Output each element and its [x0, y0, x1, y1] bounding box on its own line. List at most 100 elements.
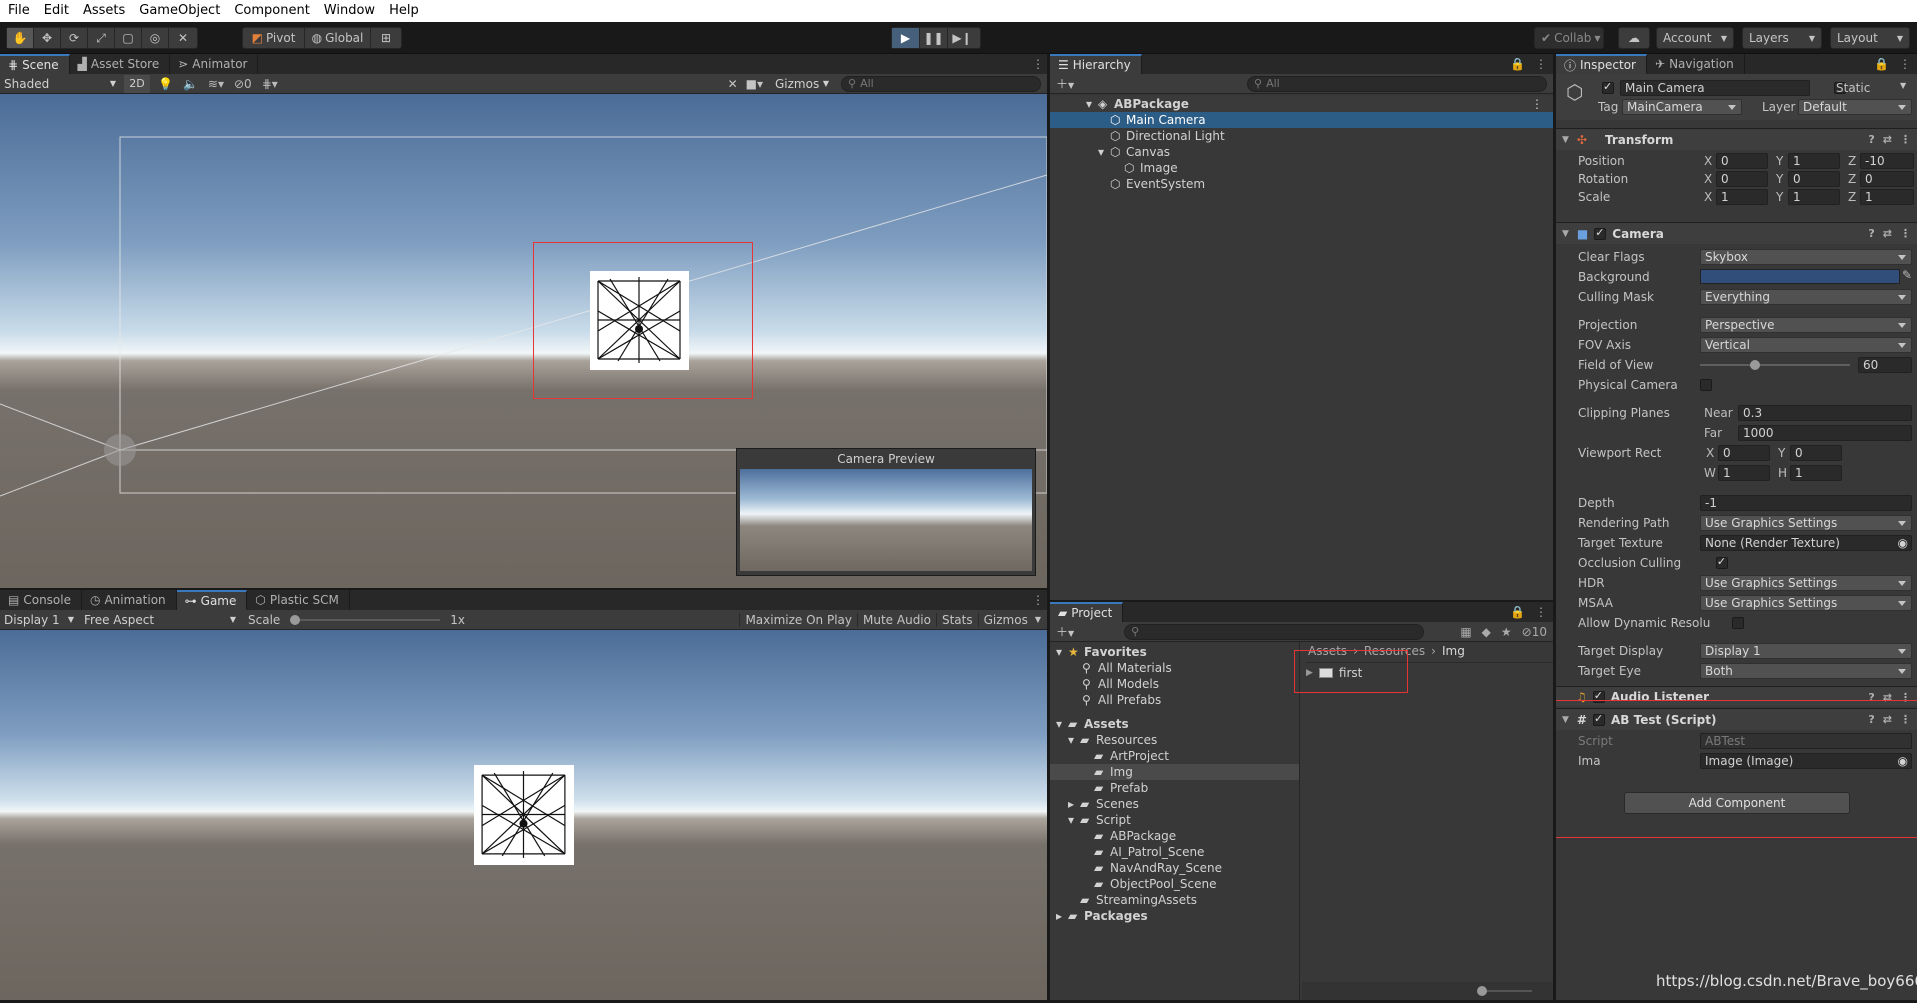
- expand-arrow-icon[interactable]: ▸: [1068, 796, 1074, 812]
- folder-item[interactable]: ▰ ABPackage: [1050, 828, 1299, 844]
- background-color-swatch[interactable]: [1700, 269, 1900, 284]
- expand-arrow-icon[interactable]: ▾: [1086, 96, 1092, 112]
- component-enabled-checkbox[interactable]: [1594, 226, 1607, 240]
- chevron-down-icon[interactable]: ▼: [1033, 615, 1047, 624]
- culling-mask-dropdown[interactable]: Everything: [1700, 289, 1912, 305]
- tab-navigation[interactable]: ✈ Navigation: [1647, 54, 1745, 74]
- kebab-menu-icon[interactable]: ⋮: [1535, 57, 1547, 71]
- scale-z-input[interactable]: 1: [1860, 189, 1914, 205]
- add-dropdown[interactable]: ＋▼: [1056, 75, 1074, 92]
- viewport-h-input[interactable]: 1: [1790, 465, 1842, 481]
- expand-arrow-icon[interactable]: ▼: [1562, 135, 1569, 145]
- collab-dropdown[interactable]: ✔ Collab ▼: [1534, 27, 1604, 49]
- kebab-menu-icon[interactable]: ⋮: [1900, 133, 1911, 146]
- favorite-item[interactable]: ⚲ All Materials: [1050, 660, 1299, 676]
- msaa-dropdown[interactable]: Use Graphics Settings: [1700, 595, 1912, 611]
- hidden-packages-toggle[interactable]: ⊘10: [1522, 625, 1547, 639]
- menu-edit[interactable]: Edit: [36, 0, 75, 22]
- tab-asset-store[interactable]: ▟ Asset Store: [70, 54, 171, 74]
- hand-tool-icon[interactable]: ✋: [7, 28, 34, 48]
- object-name-input[interactable]: Main Camera: [1620, 80, 1810, 96]
- kebab-menu-icon[interactable]: ⋮: [1029, 590, 1047, 610]
- zoom-slider-thumb[interactable]: [1477, 986, 1487, 996]
- object-picker-icon[interactable]: ◉: [1898, 536, 1908, 550]
- folder-item[interactable]: ▰ ObjectPool_Scene: [1050, 876, 1299, 892]
- eyedropper-icon[interactable]: ✎: [1902, 268, 1912, 282]
- gizmos-dropdown[interactable]: Gizmos ▼: [771, 75, 833, 93]
- layers-dropdown[interactable]: Layers ▼: [1742, 27, 1822, 49]
- viewport-w-input[interactable]: 1: [1718, 465, 1770, 481]
- kebab-menu-icon[interactable]: ⋮: [1900, 227, 1911, 240]
- favorite-item[interactable]: ⚲ All Prefabs: [1050, 692, 1299, 708]
- chevron-down-icon[interactable]: ▼: [1900, 81, 1906, 90]
- packages-root[interactable]: ▸ ▰ Packages: [1050, 908, 1299, 924]
- scale-slider[interactable]: [290, 614, 441, 626]
- transform-header[interactable]: ▼ ✣ Transform ? ⇄ ⋮: [1556, 128, 1917, 150]
- menu-assets[interactable]: Assets: [75, 0, 131, 22]
- lighting-icon[interactable]: 💡: [158, 77, 173, 91]
- audio-icon[interactable]: 🔈: [183, 77, 198, 91]
- image-sprite[interactable]: [590, 271, 689, 370]
- active-checkbox[interactable]: [1602, 80, 1614, 94]
- menu-gameobject[interactable]: GameObject: [131, 0, 226, 22]
- clear-flags-dropdown[interactable]: Skybox: [1700, 249, 1912, 265]
- tab-game[interactable]: ⊶ Game: [176, 590, 248, 610]
- zoom-slider[interactable]: [1482, 990, 1532, 992]
- depth-input[interactable]: -1: [1700, 495, 1912, 511]
- pivot-button[interactable]: ◩ Pivot: [243, 28, 305, 48]
- occlusion-culling-checkbox[interactable]: [1715, 555, 1728, 569]
- scale-x-input[interactable]: 1: [1716, 189, 1768, 205]
- near-input[interactable]: 0.3: [1738, 405, 1912, 421]
- tab-scene[interactable]: ⋕ Scene: [0, 54, 70, 74]
- expand-arrow-icon[interactable]: ▾: [1056, 644, 1062, 660]
- far-input[interactable]: 1000: [1738, 425, 1912, 441]
- account-dropdown[interactable]: Account ▼: [1656, 27, 1734, 49]
- menu-help[interactable]: Help: [381, 0, 425, 22]
- scale-tool-icon[interactable]: ⤢: [88, 28, 115, 48]
- hierarchy-item-canvas[interactable]: ▾ ⬡ Canvas: [1050, 144, 1553, 160]
- rendering-path-dropdown[interactable]: Use Graphics Settings: [1700, 515, 1912, 531]
- folder-item[interactable]: ▰ AI_Patrol_Scene: [1050, 844, 1299, 860]
- filter-type-icon[interactable]: ▦: [1460, 625, 1471, 639]
- viewport-y-input[interactable]: 0: [1790, 445, 1842, 461]
- folder-item[interactable]: ▸ ▰ Scenes: [1050, 796, 1299, 812]
- target-texture-field[interactable]: None (Render Texture) ◉: [1700, 535, 1912, 551]
- stats-toggle[interactable]: Stats: [935, 612, 978, 627]
- lock-icon[interactable]: 🔒: [1510, 57, 1525, 71]
- kebab-menu-icon[interactable]: ⋮: [1029, 54, 1047, 74]
- visibility-toggle[interactable]: ⊘0: [234, 77, 252, 91]
- cloud-button[interactable]: ☁: [1618, 27, 1650, 49]
- lock-icon[interactable]: 🔒: [1874, 57, 1889, 71]
- menu-window[interactable]: Window: [316, 0, 381, 22]
- position-x-input[interactable]: 0: [1716, 153, 1768, 169]
- preset-icon[interactable]: ⇄: [1883, 227, 1892, 240]
- global-button[interactable]: ◍ Global: [305, 28, 371, 48]
- pause-button[interactable]: ❚❚: [920, 28, 948, 48]
- camera-header[interactable]: ▼ ■ Camera ? ⇄ ⋮: [1556, 222, 1917, 244]
- expand-arrow-icon[interactable]: ▾: [1098, 144, 1104, 160]
- menu-component[interactable]: Component: [226, 0, 315, 22]
- breadcrumb-item[interactable]: Img: [1442, 644, 1465, 658]
- expand-arrow-icon[interactable]: ▸: [1056, 908, 1062, 924]
- folder-item[interactable]: ▰ StreamingAssets: [1050, 892, 1299, 908]
- help-icon[interactable]: ?: [1868, 133, 1874, 146]
- scene-search-input[interactable]: ⚲ All: [841, 75, 1041, 92]
- folder-item-selected[interactable]: ▰ Img: [1050, 764, 1299, 780]
- hierarchy-item-directional-light[interactable]: ⬡ Directional Light: [1050, 128, 1553, 144]
- grid-snap-icon[interactable]: ⊞: [371, 28, 401, 48]
- favorites-header[interactable]: ▾ ★ Favorites: [1050, 644, 1299, 660]
- folder-item[interactable]: ▰ NavAndRay_Scene: [1050, 860, 1299, 876]
- hierarchy-item-main-camera[interactable]: ⬡ Main Camera: [1050, 112, 1553, 128]
- folder-item[interactable]: ▾ ▰ Script: [1050, 812, 1299, 828]
- kebab-menu-icon[interactable]: ⋮: [1899, 57, 1911, 71]
- create-dropdown[interactable]: ＋▼: [1056, 623, 1074, 640]
- tab-animation[interactable]: ◷ Animation: [82, 590, 177, 610]
- expand-arrow-icon[interactable]: ▾: [1068, 812, 1074, 828]
- tab-inspector[interactable]: ⓘ Inspector: [1556, 54, 1647, 74]
- tab-plastic-scm[interactable]: ⬡ Plastic SCM: [247, 590, 350, 610]
- help-icon[interactable]: ?: [1868, 227, 1874, 240]
- assets-root[interactable]: ▾ ▰ Assets: [1050, 716, 1299, 732]
- rotation-x-input[interactable]: 0: [1716, 171, 1768, 187]
- star-icon[interactable]: ★: [1501, 625, 1512, 639]
- hierarchy-item-image[interactable]: ⬡ Image: [1050, 160, 1553, 176]
